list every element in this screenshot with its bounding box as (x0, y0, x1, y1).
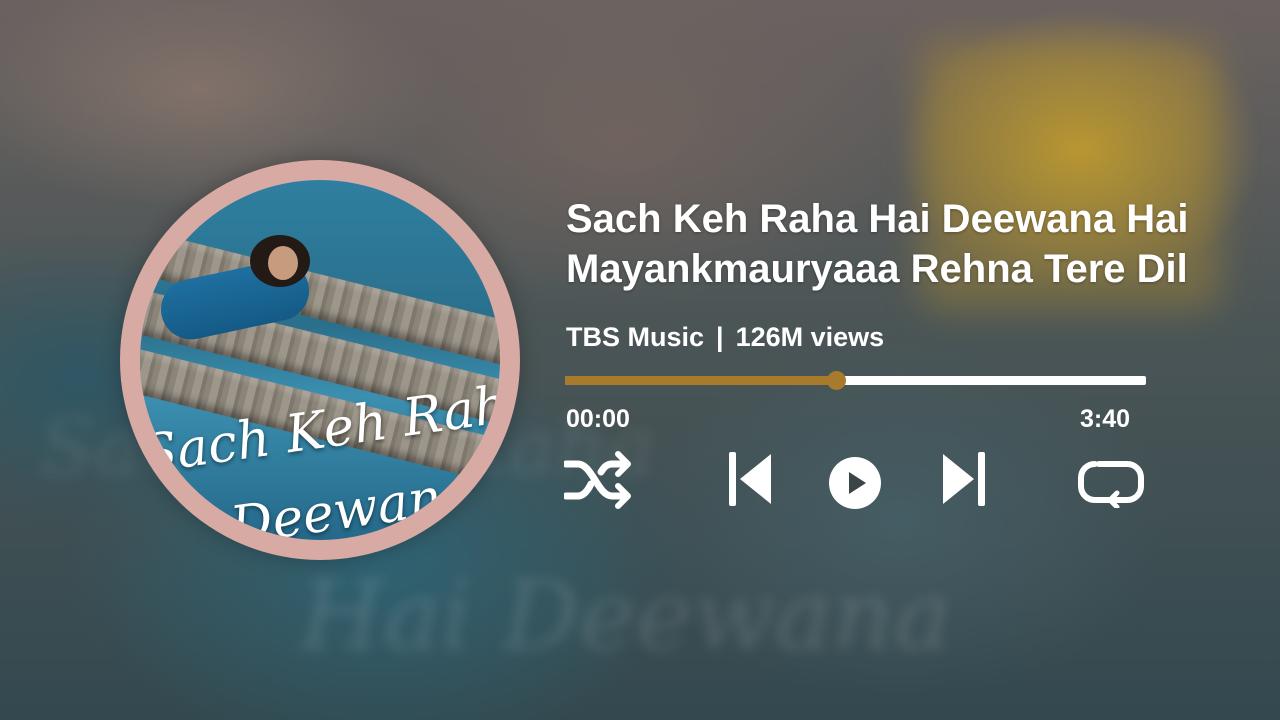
progress-fill (565, 376, 836, 385)
album-art-frame: Sach Keh Raha Deewana (120, 160, 520, 560)
next-icon (943, 452, 985, 506)
track-meta: TBS Music | 126M views (566, 322, 884, 353)
track-title: Sach Keh Raha Hai Deewana Hai Mayankmaur… (566, 194, 1280, 294)
play-button[interactable] (828, 456, 882, 510)
current-time: 00:00 (566, 405, 630, 433)
progress-bar[interactable] (565, 371, 1146, 390)
shuffle-button[interactable] (564, 450, 632, 510)
channel-name[interactable]: TBS Music (566, 322, 704, 352)
next-button[interactable] (941, 450, 987, 508)
play-icon (829, 457, 881, 509)
previous-icon (729, 452, 771, 506)
background-blur-text: Hai Deewana (300, 560, 952, 672)
duration: 3:40 (1080, 405, 1131, 433)
previous-button[interactable] (727, 450, 773, 508)
meta-separator: | (716, 322, 724, 352)
repeat-icon (1078, 461, 1144, 508)
track-title-line: Sach Keh Raha Hai Deewana Hai (566, 197, 1189, 241)
view-count: 126M views (735, 322, 885, 352)
album-art: Sach Keh Raha Deewana (140, 180, 500, 540)
track-title-line: Mayankmauryaaa Rehna Tere Dil (566, 247, 1188, 291)
art-person-face (268, 246, 298, 280)
progress-knob[interactable] (826, 371, 846, 390)
shuffle-icon (564, 451, 631, 509)
repeat-button[interactable] (1077, 458, 1145, 508)
